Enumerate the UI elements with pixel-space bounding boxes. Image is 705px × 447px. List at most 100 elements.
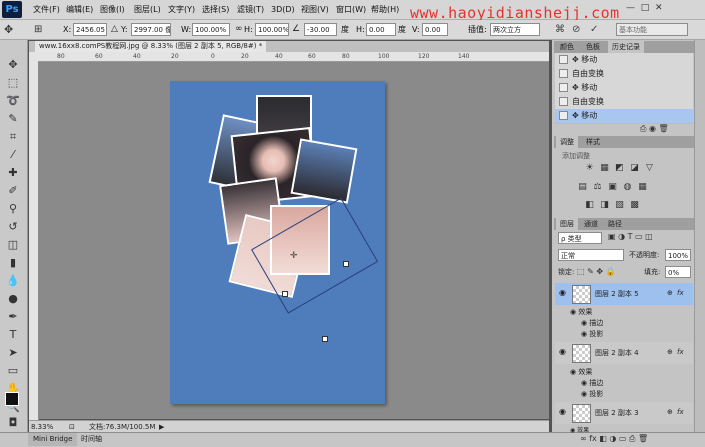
quick-mask-icon[interactable]: ◘ [5,416,21,430]
tab-styles[interactable]: 样式 [582,136,604,148]
layer-filter-icons[interactable]: ▣ ◑ T ▭ ◫ [608,232,653,241]
hue-saturation-icon[interactable]: ▤ [578,183,587,192]
document-tab[interactable]: www.16xx8.comPS教程网.jpg @ 8.33% (图层 2 副本 … [35,41,267,52]
crop-tool-icon[interactable]: ⌗ [5,130,21,144]
interpolation-select[interactable]: 两次立方 [490,23,540,36]
y-field[interactable]: 2997.00 像 [131,23,171,36]
history-item-selected[interactable]: ✥ 移动 [555,109,693,124]
hskew-field[interactable]: 0.00 [366,23,396,36]
visibility-eye-icon[interactable]: ◉ [559,407,566,416]
history-brush-icon[interactable]: ↺ [5,220,21,234]
horizontal-ruler[interactable] [29,52,549,62]
opacity-field[interactable]: 100% [665,249,691,261]
tab-swatches[interactable]: 色板 [582,41,604,53]
minimize-icon[interactable]: — [626,3,635,13]
type-tool-icon[interactable]: T [5,328,21,342]
cancel-transform-icon[interactable]: ⊘ [572,23,580,36]
brightness-icon[interactable]: ☀ [585,164,594,173]
foreground-color-swatch[interactable] [5,392,19,406]
layer-row[interactable]: ◉ 图层 2 副本 4 ⊕ fx [555,342,693,364]
menu-view[interactable]: 视图(V) [301,0,329,19]
warp-icon[interactable]: ⌘ [555,23,565,36]
layer-thumbnail[interactable] [572,285,591,304]
effects-row[interactable]: ◉ 效果 [570,307,705,318]
menu-window[interactable]: 窗口(W) [336,0,366,19]
angle-field[interactable]: -30.00 [304,23,337,36]
effects-row[interactable]: ◉ 效果 [570,367,705,378]
threshold-icon[interactable]: ▧ [615,201,624,210]
shape-tool-icon[interactable]: ▭ [5,364,21,378]
posterize-icon[interactable]: ◨ [600,201,609,210]
canvas-area[interactable]: ✛ [38,62,549,419]
menu-edit[interactable]: 编辑(E) [66,0,93,19]
transform-handle[interactable] [282,291,288,297]
move-tool-icon[interactable]: ✥ [4,23,18,36]
fill-field[interactable]: 0% [665,266,691,278]
healing-brush-icon[interactable]: ✚ [5,166,21,180]
levels-icon[interactable]: ▦ [600,164,609,173]
lock-icons[interactable]: ⬚ ✎ ✥ 🔒 [577,266,616,278]
tab-history[interactable]: 历史记录 [608,41,644,53]
quick-select-tool-icon[interactable]: ✎ [5,112,21,126]
menu-file[interactable]: 文件(F) [33,0,60,19]
document-canvas[interactable]: ✛ [170,81,385,404]
relative-position-icon[interactable]: △ [111,23,118,36]
tab-mini-bridge[interactable]: Mini Bridge [28,433,78,446]
photo-filter-icon[interactable]: ◍ [623,183,632,192]
invert-icon[interactable]: ◧ [585,201,594,210]
transform-handle[interactable] [322,336,328,342]
tab-layers[interactable]: 图层 [556,218,578,230]
pen-tool-icon[interactable]: ✒ [5,310,21,324]
effect-shadow-row[interactable]: ◉ 投影 [581,389,705,400]
menu-type[interactable]: 文字(Y) [168,0,195,19]
visibility-eye-icon[interactable]: ◉ [559,288,566,297]
menu-image[interactable]: 图像(I) [100,0,125,19]
layer-thumbnail[interactable] [572,344,591,363]
exposure-icon[interactable]: ◪ [630,164,639,173]
transform-center-icon[interactable]: ✛ [290,251,298,261]
black-white-icon[interactable]: ▣ [608,183,617,192]
menu-help[interactable]: 帮助(H) [371,0,399,19]
window-controls[interactable]: — □ ✕ [626,3,663,13]
layer-thumbnail[interactable] [572,404,591,423]
curves-icon[interactable]: ◩ [615,164,624,173]
blur-tool-icon[interactable]: 💧 [5,274,21,288]
eraser-tool-icon[interactable]: ◫ [5,238,21,252]
effect-stroke-row[interactable]: ◉ 描边 [581,318,705,329]
lasso-tool-icon[interactable]: ➰ [5,94,21,108]
x-field[interactable]: 2456.05 像 [73,23,107,36]
channel-mixer-icon[interactable]: ▦ [638,183,647,192]
history-item[interactable]: 自由变换 [555,67,693,82]
workspace-select[interactable]: 基本功能 [616,23,688,36]
menu-select[interactable]: 选择(S) [202,0,229,19]
layer-actions[interactable]: ∞ fx ◧ ◑ ▭ ⎙ 🗑 [580,434,648,444]
color-balance-icon[interactable]: ⚖ [593,183,602,192]
layer-name[interactable]: 图层 2 副本 5 [595,289,639,299]
history-item[interactable]: ✥ 移动 [555,53,693,68]
link-icon[interactable]: ∞ [235,23,243,36]
transform-handle[interactable] [343,261,349,267]
maximize-icon[interactable]: □ [641,3,650,13]
path-select-icon[interactable]: ➤ [5,346,21,360]
menu-filter[interactable]: 滤镜(T) [237,0,264,19]
gradient-tool-icon[interactable]: ▮ [5,256,21,270]
layer-name[interactable]: 图层 2 副本 4 [595,348,639,358]
photo-frame[interactable] [290,138,358,204]
effects-row[interactable]: ◉ 效果 [570,425,705,433]
blend-mode-select[interactable]: 正常 [558,249,624,261]
close-icon[interactable]: ✕ [655,3,663,13]
visibility-eye-icon[interactable]: ◉ [559,347,566,356]
tab-channels[interactable]: 通道 [580,218,602,230]
layer-name[interactable]: 图层 2 副本 3 [595,408,639,418]
fx-badge[interactable]: fx [677,289,684,297]
tab-paths[interactable]: 路径 [604,218,626,230]
gradient-map-icon[interactable]: ▩ [630,201,639,210]
layer-row-selected[interactable]: ◉ 图层 2 副本 5 ⊕ fx [555,283,693,305]
marquee-tool-icon[interactable]: ⬚ [5,76,21,90]
layer-row[interactable]: ◉ 图层 2 副本 3 ⊕ fx [555,402,693,424]
menu-layer[interactable]: 图层(L) [134,0,161,19]
fx-badge[interactable]: fx [677,408,684,416]
vskew-field[interactable]: 0.00 [422,23,448,36]
reference-point-icon[interactable]: ⊞ [34,23,48,36]
commit-transform-icon[interactable]: ✓ [590,23,598,36]
